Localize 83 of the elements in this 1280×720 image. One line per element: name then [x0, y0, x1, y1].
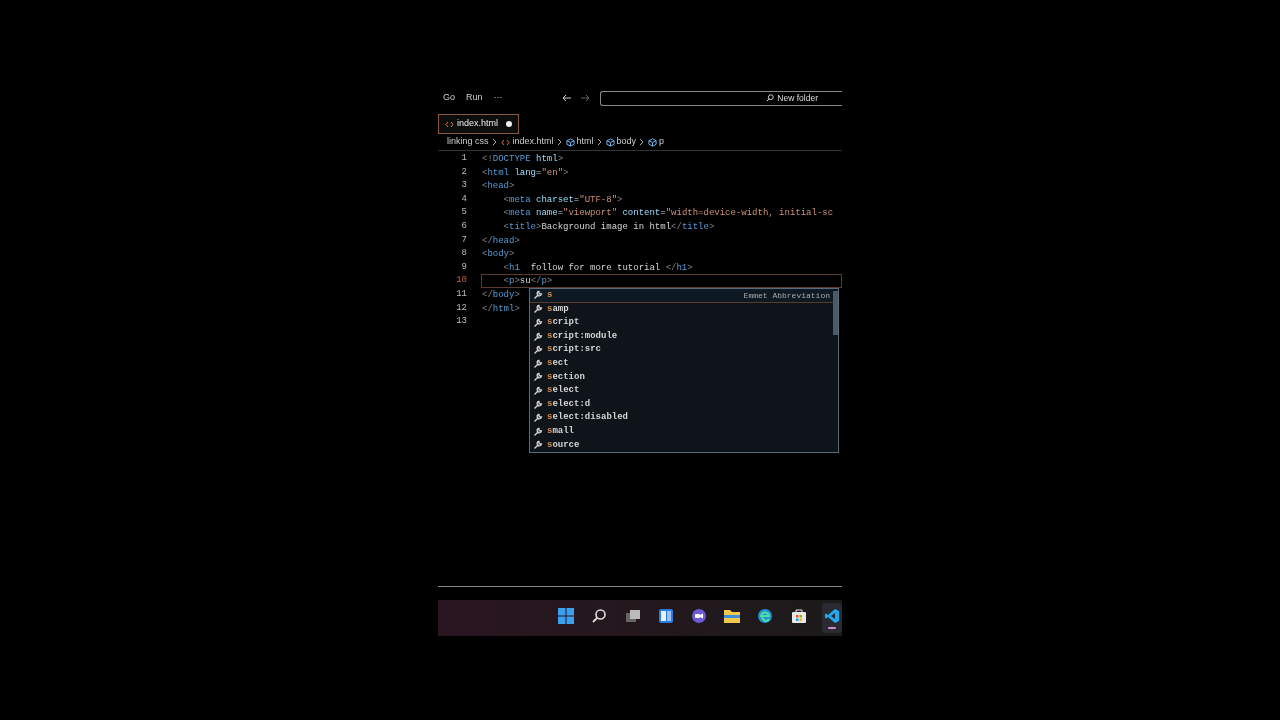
scrollbar-thumb	[833, 291, 838, 335]
wrench-icon	[533, 358, 543, 369]
code-line: <h1 follow for more tutorial </h1>	[502, 262, 693, 273]
menu-item[interactable]: Run	[466, 91, 483, 105]
suggestion-item[interactable]: select:disabled	[530, 411, 833, 425]
menu-item[interactable]: ···	[493, 91, 503, 105]
suggestion-item[interactable]: script	[530, 316, 833, 330]
line-number: 13	[455, 315, 468, 329]
code-line: <body>	[482, 249, 515, 260]
back-arrow-icon[interactable]	[561, 94, 572, 102]
taskbar-item[interactable]	[821, 603, 842, 633]
line-number: 11	[455, 287, 468, 301]
wrench-icon	[533, 345, 543, 356]
store-bag-icon	[790, 607, 807, 624]
line-number: 2	[460, 165, 468, 179]
code-line: <head>	[482, 181, 515, 192]
line-number: 1	[460, 152, 468, 165]
code-line: <meta charset="UTF-8">	[502, 194, 623, 205]
forward-arrow-icon[interactable]	[579, 94, 590, 102]
breadcrumb-item[interactable]: body	[605, 135, 637, 149]
suggestion-item[interactable]: select	[530, 384, 833, 398]
wrench-icon	[533, 304, 543, 315]
suggestion-item[interactable]: script:module	[530, 329, 833, 344]
widgets-icon	[657, 607, 674, 624]
suggestion-item[interactable]: sect	[530, 356, 833, 371]
chevron-icon	[596, 138, 603, 146]
editor-tab[interactable]: index.html	[438, 114, 520, 134]
wrench-icon	[533, 372, 543, 383]
wrench-icon	[533, 385, 543, 396]
line-number: 7	[460, 233, 468, 247]
suggestion-item[interactable]: script:src	[530, 343, 833, 357]
search-icon	[766, 94, 775, 102]
chevron-icon	[556, 138, 563, 146]
windows-logo-icon	[558, 607, 575, 624]
line-number: 9	[460, 260, 468, 274]
code-line: <p>su</p>	[502, 276, 553, 287]
code-line: <!DOCTYPE html>	[482, 154, 564, 164]
line-number: 3	[460, 179, 468, 193]
wrench-icon	[533, 318, 543, 328]
wrench-icon	[533, 290, 543, 301]
breadcrumb-item[interactable]: linking css	[447, 135, 489, 149]
suggestion-item[interactable]: source	[530, 438, 833, 453]
code-brackets-icon	[500, 138, 510, 146]
chevron-icon	[639, 138, 646, 146]
code-line: </head>	[482, 235, 520, 246]
suggestion-item[interactable]: small	[530, 424, 833, 439]
search-icon	[591, 607, 608, 624]
code-line: <title>Background image in html</title>	[502, 221, 715, 232]
folder-icon	[723, 607, 742, 624]
code-line: </html>	[482, 303, 520, 314]
code-line: <html lang="en">	[482, 167, 569, 178]
line-number: 5	[460, 206, 468, 220]
suggestion-item[interactable]: samp	[530, 302, 833, 317]
wrench-icon	[533, 413, 543, 424]
menu-item[interactable]: Go	[443, 91, 455, 105]
line-number: 4	[460, 192, 468, 206]
breadcrumb-item[interactable]: p	[648, 135, 665, 149]
wrench-icon	[533, 440, 543, 451]
line-number: 10	[455, 274, 468, 288]
search-field[interactable]: New folder	[599, 90, 842, 106]
suggestion-detail: Emmet Abbreviation	[743, 289, 830, 302]
line-number: 12	[455, 301, 468, 315]
cube-icon	[648, 137, 658, 147]
suggestion-item[interactable]: select:d	[530, 397, 833, 412]
code-line: <meta name="viewport" content="width=device-width, initial-sc	[502, 208, 834, 219]
browser-icon	[757, 607, 774, 624]
chat-icon	[691, 607, 707, 624]
task-view-icon	[624, 607, 641, 624]
chevron-icon	[491, 138, 498, 146]
code-brackets-icon	[445, 120, 454, 128]
breadcrumb-item[interactable]: index.html	[500, 135, 554, 149]
line-number: 8	[460, 247, 468, 261]
wrench-icon	[533, 331, 543, 342]
cube-icon	[605, 137, 615, 147]
cube-icon	[565, 137, 575, 147]
breadcrumb-item[interactable]: html	[565, 135, 594, 149]
suggestion-item[interactable]: section	[530, 370, 833, 385]
wrench-icon	[533, 426, 543, 437]
code-line: </body>	[482, 289, 520, 300]
code-editor-icon	[823, 607, 840, 624]
suggestion-item[interactable]: s Emmet Abbreviation	[530, 289, 833, 303]
wrench-icon	[533, 399, 543, 410]
line-number: 6	[460, 219, 468, 233]
